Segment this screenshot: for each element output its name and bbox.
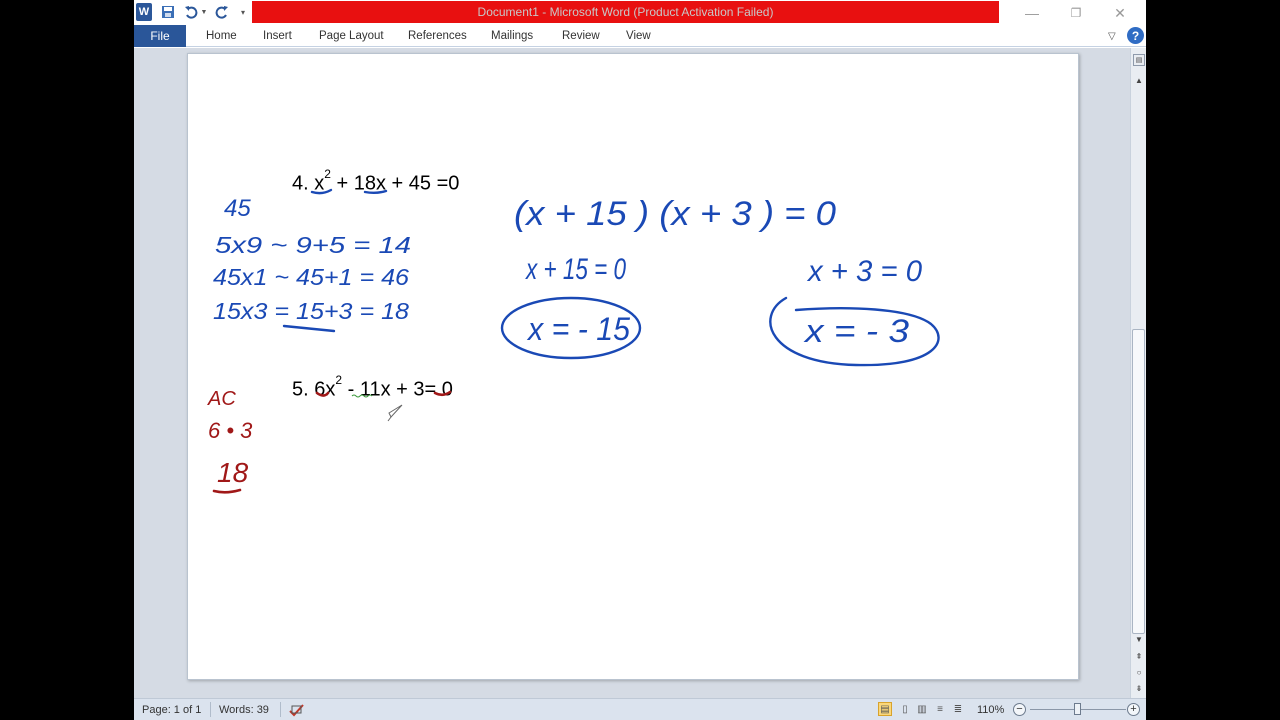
ink-underline-x bbox=[310, 188, 333, 195]
tab-home[interactable]: Home bbox=[206, 25, 237, 47]
proofing-icon[interactable] bbox=[288, 699, 306, 720]
previous-page-icon[interactable]: ⇞ bbox=[1133, 650, 1145, 662]
tab-view[interactable]: View bbox=[626, 25, 651, 47]
ink-factor-row-2: 45x1 ~ 45+1 = 46 bbox=[213, 264, 409, 290]
ink-ac-label: AC bbox=[207, 388, 236, 410]
scroll-thumb[interactable] bbox=[1132, 329, 1145, 634]
scroll-down-icon[interactable]: ▼ bbox=[1133, 633, 1145, 645]
tab-mailings[interactable]: Mailings bbox=[491, 25, 533, 47]
full-screen-reading-icon[interactable]: ▯ bbox=[898, 702, 912, 716]
vertical-scrollbar[interactable]: ▤ ▲ ▼ ⇞ ○ ⇟ bbox=[1130, 48, 1146, 698]
zoom-out-button[interactable]: − bbox=[1013, 703, 1026, 716]
page-count[interactable]: Page: 1 of 1 bbox=[142, 699, 201, 720]
word-logo-icon[interactable]: W bbox=[136, 3, 152, 21]
window-title: Document1 - Microsoft Word (Product Acti… bbox=[252, 1, 999, 23]
zoom-in-button[interactable]: + bbox=[1127, 703, 1140, 716]
status-divider bbox=[280, 702, 281, 717]
ink-factor-row-1: 5x9 ~ 9+5 = 14 bbox=[215, 232, 411, 258]
tab-insert[interactable]: Insert bbox=[263, 25, 292, 47]
web-layout-icon[interactable]: ▥ bbox=[915, 702, 929, 716]
ink-red-underline-18 bbox=[212, 488, 242, 494]
restore-button[interactable]: ❐ bbox=[1056, 2, 1096, 24]
tab-review[interactable]: Review bbox=[562, 25, 600, 47]
ink-factor-row-3: 15x3 = 15+3 = 18 bbox=[213, 298, 409, 324]
ink-red-mark-6 bbox=[315, 391, 330, 397]
undo-icon[interactable] bbox=[182, 3, 200, 21]
print-layout-icon[interactable]: ▤ bbox=[878, 702, 892, 716]
scroll-up-icon[interactable]: ▲ bbox=[1133, 74, 1145, 86]
tab-references[interactable]: References bbox=[408, 25, 467, 47]
title-bar: W ▼ ▾ Document1 - Microsoft Word (Produc… bbox=[134, 0, 1146, 25]
ink-solution-right: x = - 3 bbox=[803, 313, 910, 349]
redo-icon[interactable] bbox=[214, 3, 230, 21]
ink-red-mark-3 bbox=[433, 390, 452, 397]
ruler-toggle-icon[interactable]: ▤ bbox=[1133, 54, 1145, 66]
outline-view-icon[interactable]: ≡ bbox=[933, 702, 947, 716]
zoom-slider-thumb[interactable] bbox=[1074, 703, 1081, 715]
spelling-squiggle bbox=[351, 394, 373, 398]
word-window: W ▼ ▾ Document1 - Microsoft Word (Produc… bbox=[134, 0, 1146, 720]
document-page[interactable]: 4. x2 + 18x + 45 =0 5. 6x2 - 11x + 3= 0 … bbox=[187, 53, 1079, 680]
ink-underline-18 bbox=[363, 189, 388, 194]
ink-underline-15-3 bbox=[282, 324, 336, 333]
save-icon[interactable] bbox=[160, 3, 176, 21]
ink-factored-form: (x + 15 ) (x + 3 ) = 0 bbox=[514, 195, 836, 233]
help-icon[interactable]: ? bbox=[1127, 27, 1144, 44]
ink-product-marker: 45 bbox=[224, 195, 251, 222]
status-bar: Page: 1 of 1 Words: 39 ▤ ▯ ▥ ≡ ≣ 110% − … bbox=[134, 698, 1146, 720]
minimize-button[interactable]: — bbox=[1012, 2, 1052, 24]
select-browse-object-icon[interactable]: ○ bbox=[1133, 666, 1145, 678]
customize-qat-icon[interactable]: ▾ bbox=[238, 3, 248, 21]
ribbon-minimize-icon[interactable]: ▽ bbox=[1108, 25, 1116, 47]
status-divider bbox=[210, 702, 211, 717]
ink-annotations: 45 5x9 ~ 9+5 = 14 45x1 ~ 45+1 = 46 15x3 … bbox=[207, 188, 940, 494]
close-button[interactable]: ✕ bbox=[1100, 2, 1140, 24]
draft-view-icon[interactable]: ≣ bbox=[951, 702, 965, 716]
document-workspace: 4. x2 + 18x + 45 =0 5. 6x2 - 11x + 3= 0 … bbox=[134, 48, 1130, 698]
ink-equation-right: x + 3 = 0 bbox=[806, 255, 922, 288]
tab-page-layout[interactable]: Page Layout bbox=[319, 25, 384, 47]
word-count[interactable]: Words: 39 bbox=[219, 699, 269, 720]
pen-cursor-icon bbox=[387, 404, 403, 422]
undo-dropdown-icon[interactable]: ▼ bbox=[200, 3, 208, 21]
next-page-icon[interactable]: ⇟ bbox=[1133, 682, 1145, 694]
tab-file[interactable]: File bbox=[134, 25, 186, 47]
ink-solution-left: x = - 15 bbox=[526, 311, 630, 347]
ink-ac-value: 18 bbox=[217, 457, 249, 488]
ink-ac-product: 6 • 3 bbox=[208, 418, 253, 443]
zoom-level[interactable]: 110% bbox=[977, 699, 1004, 720]
ink-equation-left: x + 15 = 0 bbox=[525, 253, 627, 286]
ribbon-tabs: File Home Insert Page Layout References … bbox=[134, 25, 1146, 47]
